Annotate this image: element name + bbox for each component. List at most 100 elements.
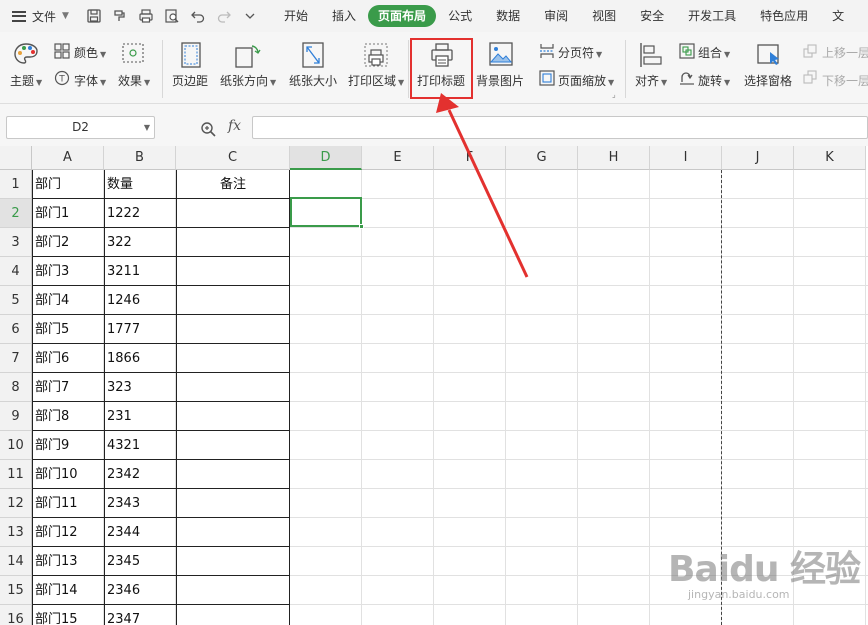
- insert-function-fx-icon[interactable]: fx: [228, 118, 241, 134]
- cell-a10[interactable]: 部门9: [32, 431, 104, 460]
- cell-c14[interactable]: [176, 547, 290, 576]
- row-header-1[interactable]: 1: [0, 170, 32, 199]
- cell-b8[interactable]: 323: [104, 373, 176, 402]
- selection-pane-button[interactable]: 选择窗格: [744, 72, 792, 89]
- cell-b15[interactable]: 2346: [104, 576, 176, 605]
- cell-c16[interactable]: [176, 605, 290, 625]
- cell-a11[interactable]: 部门10: [32, 460, 104, 489]
- tab-page-layout[interactable]: 页面布局: [368, 5, 437, 27]
- rotate-button[interactable]: 旋转 ▼: [698, 72, 730, 89]
- row-header-2[interactable]: 2: [0, 199, 32, 228]
- cell-c11[interactable]: [176, 460, 290, 489]
- align-icon[interactable]: [639, 42, 663, 68]
- row-header-8[interactable]: 8: [0, 373, 32, 402]
- cell-a16[interactable]: 部门15: [32, 605, 104, 625]
- row-header-7[interactable]: 7: [0, 344, 32, 373]
- row-header-3[interactable]: 3: [0, 228, 32, 257]
- tab-security[interactable]: 安全: [628, 5, 676, 27]
- page-break-icon[interactable]: [539, 43, 555, 59]
- cell-c12[interactable]: [176, 489, 290, 518]
- cell-b10[interactable]: 4321: [104, 431, 176, 460]
- rotate-icon[interactable]: [679, 70, 695, 86]
- column-header-k[interactable]: K: [794, 146, 866, 170]
- send-backward-button[interactable]: 下移一层: [822, 72, 868, 89]
- tab-overflow[interactable]: 文: [820, 5, 856, 27]
- row-header-13[interactable]: 13: [0, 518, 32, 547]
- chevron-down-icon[interactable]: ▼: [62, 11, 72, 21]
- cell-a14[interactable]: 部门13: [32, 547, 104, 576]
- row-header-16[interactable]: 16: [0, 605, 32, 625]
- cell-c4[interactable]: [176, 257, 290, 286]
- paper-size-icon[interactable]: [302, 42, 324, 68]
- cell-b16[interactable]: 2347: [104, 605, 176, 625]
- cell-b4[interactable]: 3211: [104, 257, 176, 286]
- chevron-down-icon[interactable]: ▼: [144, 117, 150, 138]
- cell-c8[interactable]: [176, 373, 290, 402]
- undo-icon[interactable]: [190, 8, 206, 24]
- row-header-6[interactable]: 6: [0, 315, 32, 344]
- cell-c15[interactable]: [176, 576, 290, 605]
- orientation-icon[interactable]: [234, 42, 262, 68]
- column-header-h[interactable]: H: [578, 146, 650, 170]
- redo-icon[interactable]: [216, 8, 232, 24]
- margins-icon[interactable]: [181, 42, 201, 68]
- background-image-icon[interactable]: [489, 42, 513, 66]
- print-area-icon[interactable]: [363, 42, 389, 68]
- format-painter-icon[interactable]: [112, 8, 128, 24]
- row-header-4[interactable]: 4: [0, 257, 32, 286]
- cell-c7[interactable]: [176, 344, 290, 373]
- print-preview-icon[interactable]: [164, 8, 180, 24]
- cell-b11[interactable]: 2342: [104, 460, 176, 489]
- cell-a15[interactable]: 部门14: [32, 576, 104, 605]
- cell-c9[interactable]: [176, 402, 290, 431]
- paper-size-button[interactable]: 纸张大小: [289, 72, 337, 89]
- select-all-corner[interactable]: [0, 146, 32, 170]
- margins-button[interactable]: 页边距: [172, 72, 208, 89]
- effects-button[interactable]: 效果 ▼: [118, 72, 150, 89]
- cell-b14[interactable]: 2345: [104, 547, 176, 576]
- effects-icon[interactable]: [122, 43, 144, 63]
- group-button[interactable]: 组合 ▼: [698, 44, 730, 61]
- group-icon[interactable]: [679, 43, 695, 59]
- font-theme-button[interactable]: 字体 ▼: [74, 72, 106, 89]
- column-header-g[interactable]: G: [506, 146, 578, 170]
- row-header-15[interactable]: 15: [0, 576, 32, 605]
- file-menu[interactable]: 文件: [32, 8, 56, 25]
- page-scale-icon[interactable]: [539, 70, 555, 86]
- column-header-i[interactable]: I: [650, 146, 722, 170]
- tab-home[interactable]: 开始: [272, 5, 320, 27]
- cell-a1[interactable]: 部门: [32, 170, 104, 199]
- selection-pane-icon[interactable]: [757, 44, 781, 66]
- cell-b1[interactable]: 数量: [104, 170, 176, 199]
- cell-c1[interactable]: 备注: [176, 170, 290, 199]
- column-header-c[interactable]: C: [176, 146, 290, 170]
- bring-forward-button[interactable]: 上移一层: [822, 44, 868, 61]
- save-icon[interactable]: [86, 8, 102, 24]
- cell-c5[interactable]: [176, 286, 290, 315]
- column-header-b[interactable]: B: [104, 146, 176, 170]
- fill-handle[interactable]: [359, 224, 364, 229]
- cell-c2[interactable]: [176, 199, 290, 228]
- tab-formulas[interactable]: 公式: [436, 5, 484, 27]
- print-icon[interactable]: [138, 8, 154, 24]
- cell-a12[interactable]: 部门11: [32, 489, 104, 518]
- zoom-search-icon[interactable]: [200, 121, 216, 137]
- cell-a8[interactable]: 部门7: [32, 373, 104, 402]
- orientation-button[interactable]: 纸张方向 ▼: [220, 72, 276, 89]
- tab-review[interactable]: 审阅: [532, 5, 580, 27]
- row-header-9[interactable]: 9: [0, 402, 32, 431]
- cell-a7[interactable]: 部门6: [32, 344, 104, 373]
- page-break-button[interactable]: 分页符 ▼: [558, 44, 602, 61]
- hamburger-menu-icon[interactable]: [12, 10, 26, 22]
- bring-forward-icon[interactable]: [803, 44, 817, 58]
- page-setup-dialog-launcher-icon[interactable]: ⌟: [612, 90, 616, 99]
- cell-b3[interactable]: 322: [104, 228, 176, 257]
- cell-a2[interactable]: 部门1: [32, 199, 104, 228]
- row-header-5[interactable]: 5: [0, 286, 32, 315]
- cell-b6[interactable]: 1777: [104, 315, 176, 344]
- row-header-10[interactable]: 10: [0, 431, 32, 460]
- cell-a6[interactable]: 部门5: [32, 315, 104, 344]
- font-theme-icon[interactable]: T: [54, 70, 70, 86]
- cell-b2[interactable]: 1222: [104, 199, 176, 228]
- customize-toolbar-icon[interactable]: [242, 8, 258, 24]
